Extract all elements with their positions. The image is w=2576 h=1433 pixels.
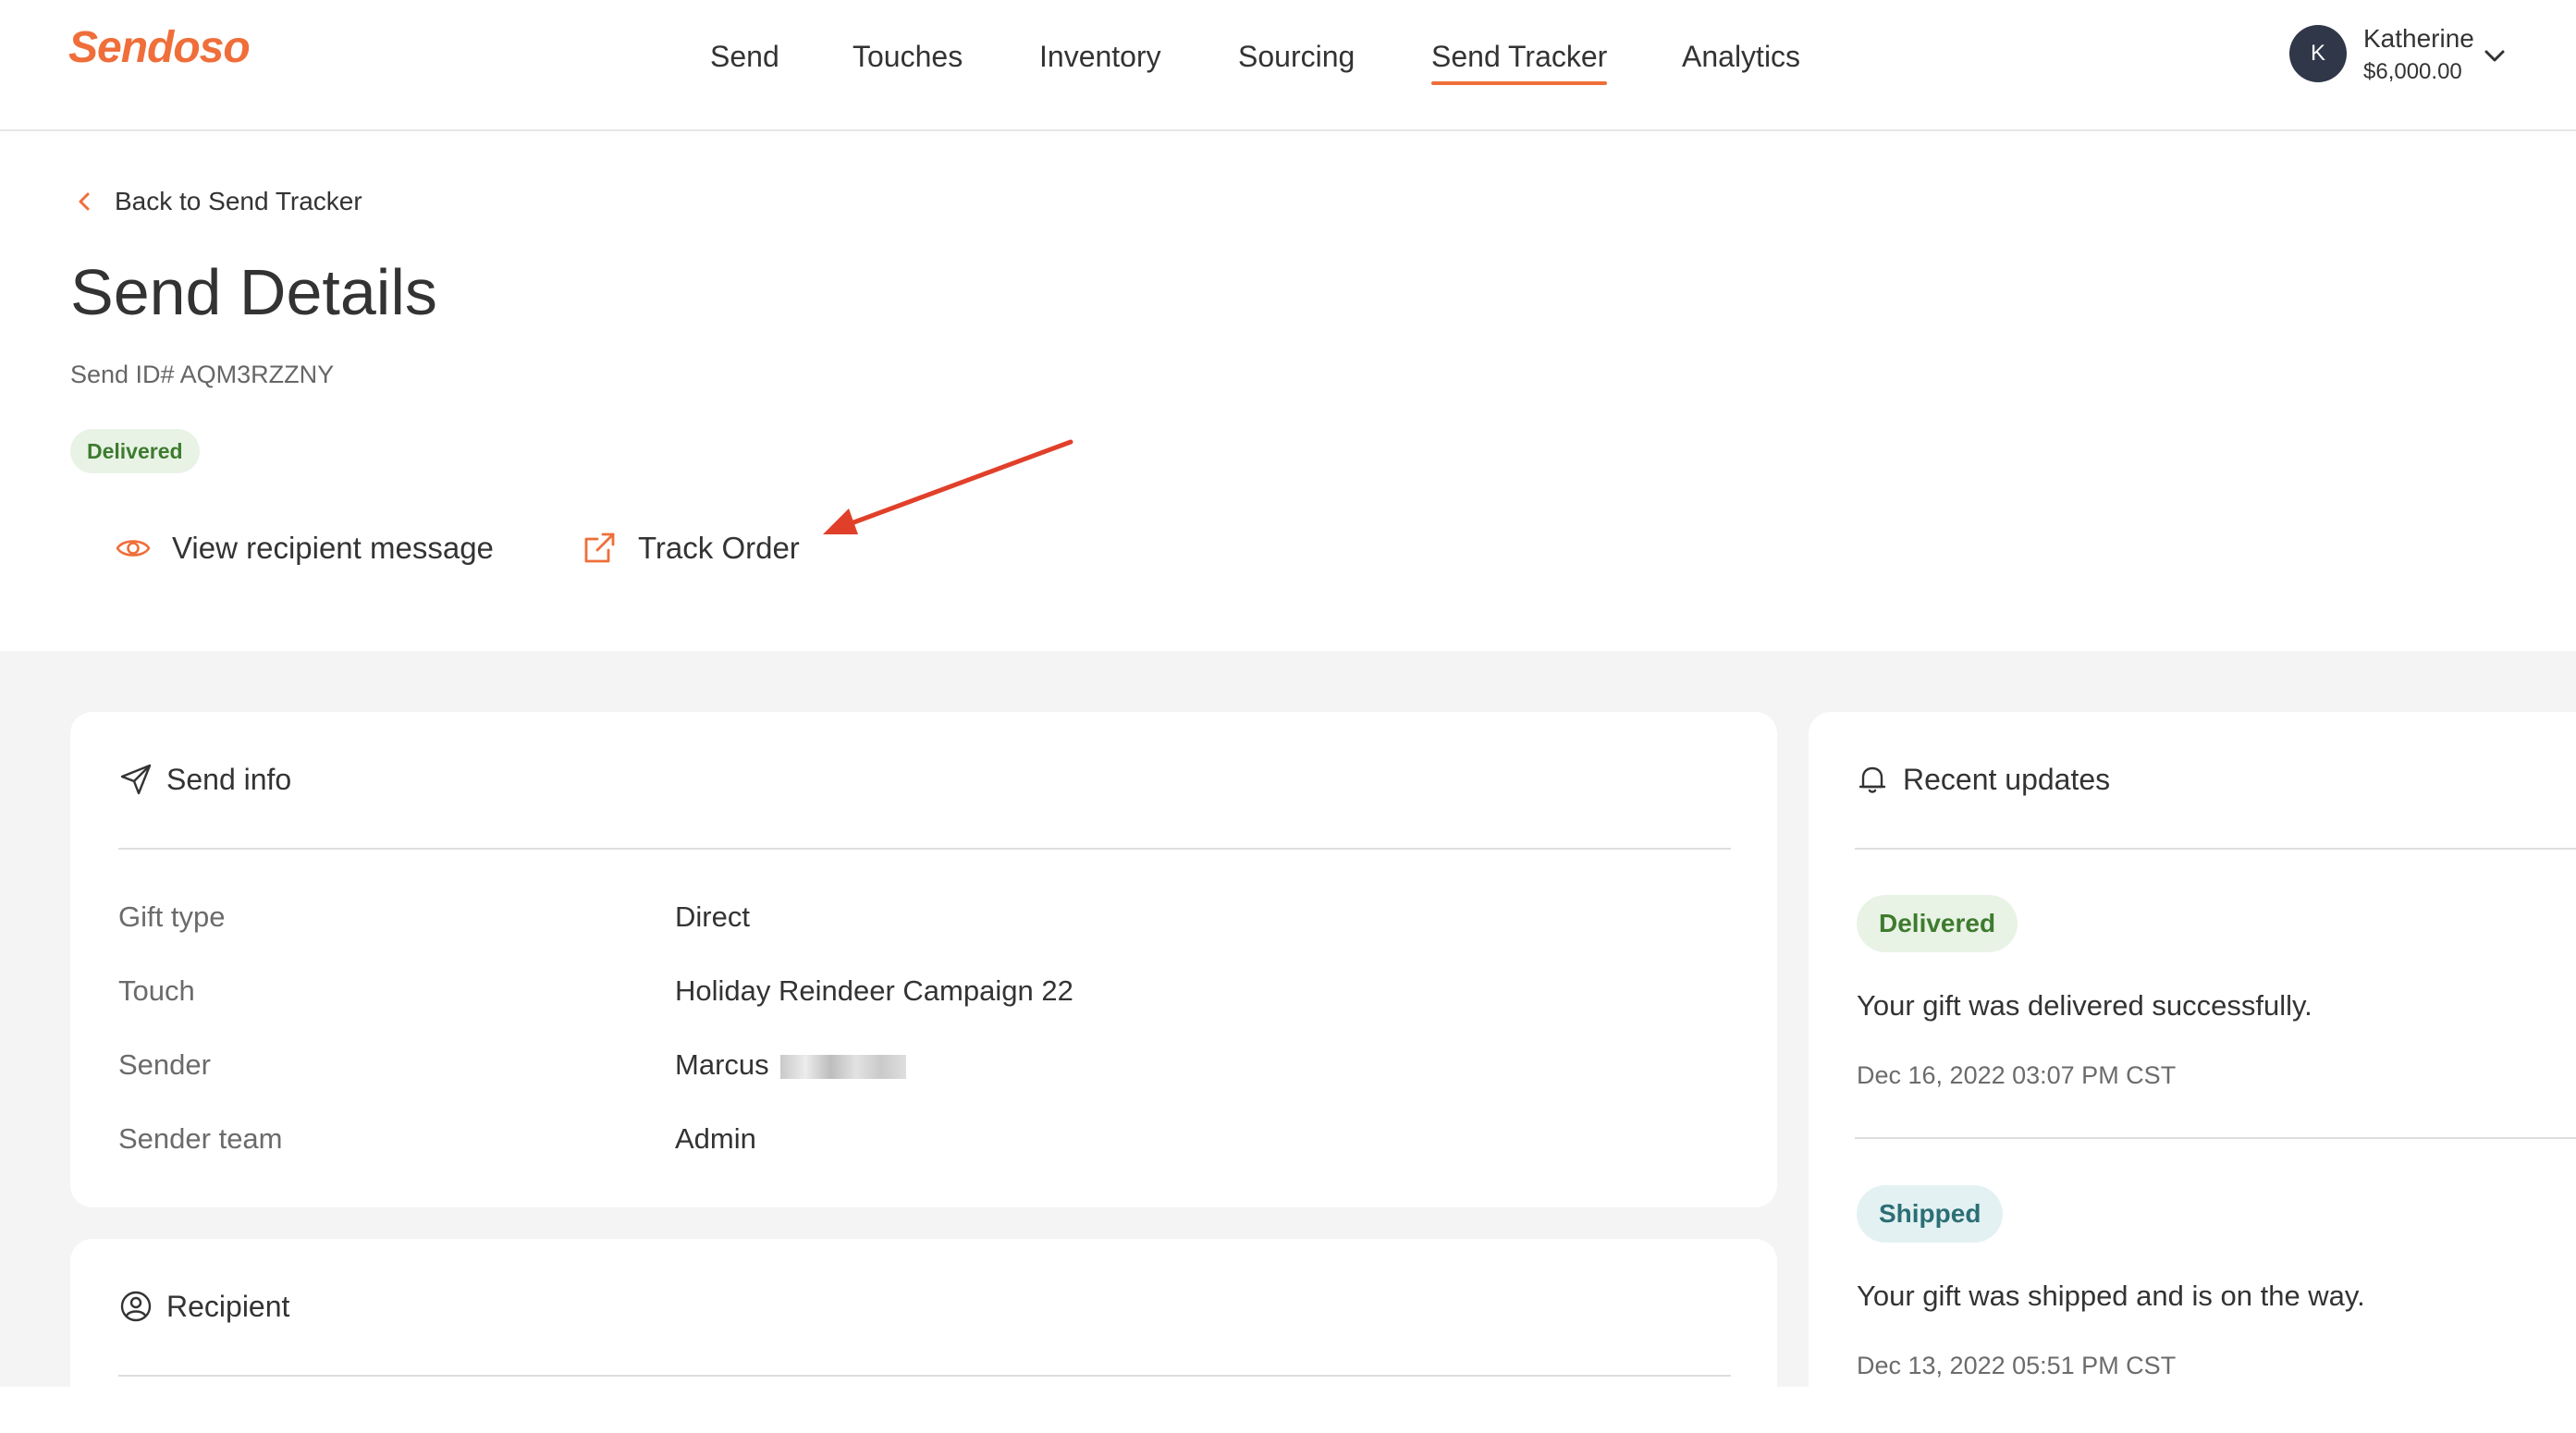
divider [1855, 1137, 2576, 1139]
update-timestamp: Dec 16, 2022 03:07 PM CST [1857, 1061, 2177, 1089]
send-id: Send ID# AQM3RZZNY [70, 361, 335, 388]
chevron-left-icon [79, 192, 90, 211]
page-title: Send Details [70, 256, 437, 328]
avatar[interactable]: K [2289, 25, 2347, 82]
logo-text: Sendoso [68, 23, 251, 72]
nav-inventory[interactable]: Inventory [1039, 33, 1161, 80]
divider [118, 848, 1731, 850]
update-timestamp: Dec 13, 2022 05:51 PM CST [1857, 1352, 2177, 1379]
redacted-last-name [779, 1054, 906, 1079]
chevron-down-icon[interactable] [2480, 41, 2509, 70]
back-link-label: Back to Send Tracker [115, 187, 362, 215]
external-link-icon [584, 533, 615, 563]
touch-value: Holiday Reindeer Campaign 22 [675, 974, 1073, 1007]
divider [1855, 848, 2576, 850]
update-message: Your gift was shipped and is on the way. [1857, 1280, 2365, 1312]
page-header-section [0, 131, 2576, 651]
eye-icon [116, 540, 151, 557]
send-info-card [70, 712, 1777, 1207]
send-info-header: Send info [118, 762, 291, 797]
top-navbar: Sendoso Send Touches Inventory Sourcing … [0, 0, 2576, 131]
sender-value: Marcus [675, 1048, 906, 1082]
divider [118, 1375, 1731, 1377]
sendoso-logo[interactable]: Sendoso [68, 22, 251, 73]
nav-send-tracker[interactable]: Send Tracker [1431, 33, 1608, 85]
view-message-label: View recipient message [172, 531, 494, 565]
recipient-title: Recipient [166, 1289, 290, 1323]
recent-updates-title: Recent updates [1903, 762, 2111, 796]
gift-type-label: Gift type [118, 900, 226, 933]
recipient-card [70, 1239, 1777, 1424]
nav-send[interactable]: Send [710, 33, 779, 80]
paper-plane-icon [120, 764, 152, 795]
user-name[interactable]: Katherine [2363, 24, 2474, 54]
update-status-badge: Shipped [1857, 1185, 2004, 1243]
track-order-button[interactable]: Track Order [581, 525, 800, 571]
view-recipient-message-button[interactable]: View recipient message [115, 525, 494, 571]
sender-first-name: Marcus [675, 1048, 769, 1081]
send-info-title: Send info [166, 762, 292, 796]
gift-type-value: Direct [675, 900, 750, 933]
status-badge: Delivered [70, 429, 200, 473]
update-message: Your gift was delivered successfully. [1857, 989, 2312, 1022]
user-balance: $6,000.00 [2363, 59, 2462, 84]
track-order-label: Track Order [638, 531, 800, 565]
nav-sourcing[interactable]: Sourcing [1238, 33, 1355, 80]
sender-team-value: Admin [675, 1122, 756, 1155]
annotation-arrow-icon [823, 439, 1073, 534]
sender-label: Sender [118, 1048, 211, 1081]
touch-label: Touch [118, 974, 195, 1007]
recent-updates-header: Recent updates [1855, 762, 2110, 797]
update-status-badge: Delivered [1857, 895, 2018, 952]
sender-team-label: Sender team [118, 1122, 283, 1155]
bell-icon [1858, 766, 1886, 793]
nav-analytics[interactable]: Analytics [1682, 33, 1800, 80]
back-to-send-tracker-link[interactable]: Back to Send Tracker [72, 181, 362, 222]
nav-touches[interactable]: Touches [853, 33, 963, 80]
recipient-header: Recipient [118, 1289, 289, 1324]
user-circle-icon [120, 1291, 152, 1322]
